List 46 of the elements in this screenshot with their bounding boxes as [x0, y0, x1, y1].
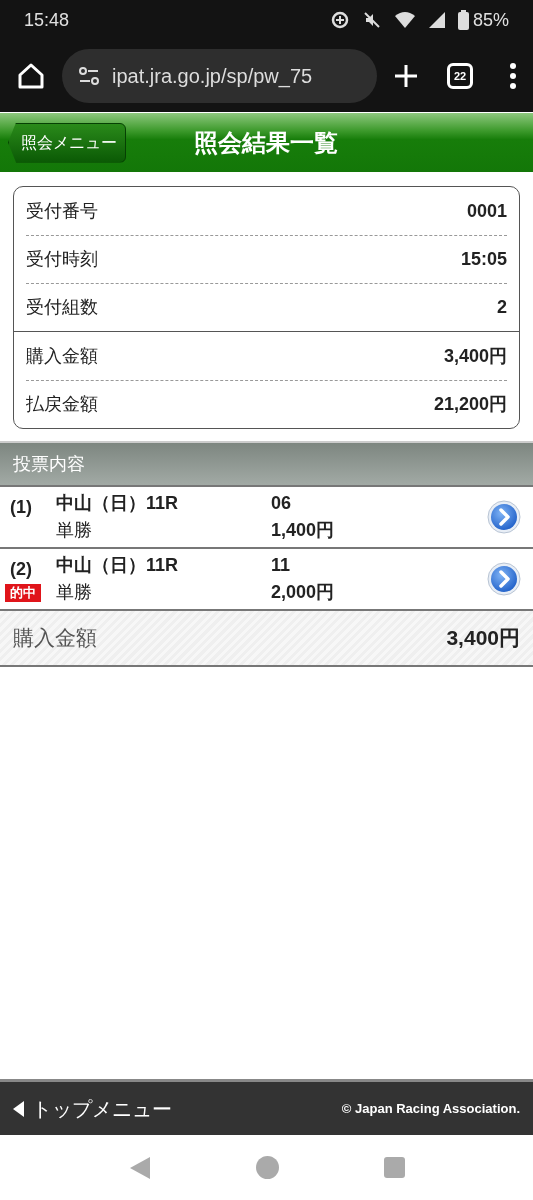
summary-value: 0001 [466, 199, 507, 223]
summary-value: 15:05 [460, 248, 507, 271]
page-title: 照会結果一覧 [194, 127, 338, 158]
data-saver-icon [329, 10, 350, 30]
total-label: 購入金額 [13, 625, 97, 652]
tab-count[interactable]: 22 [447, 63, 473, 89]
signal-icon [427, 11, 446, 29]
status-time: 15:48 [24, 8, 70, 32]
summary-value: 21,200円 [433, 393, 507, 416]
menu-icon[interactable] [509, 63, 517, 89]
chevron-icon[interactable] [487, 500, 521, 534]
hit-badge: 的中 [5, 584, 41, 602]
mute-icon [361, 10, 382, 30]
summary-label: 購入金額 [26, 344, 98, 368]
top-menu-link[interactable]: トップメニュー [13, 1093, 172, 1124]
home-icon[interactable] [16, 61, 46, 91]
bet-amount: 1,400円 [271, 519, 336, 542]
bet-type: 単勝 [56, 519, 93, 542]
summary-value: 2 [497, 296, 507, 319]
copyright: © Japan Racing Association. [341, 1099, 520, 1118]
bet-amount: 2,000円 [271, 581, 336, 604]
summary-label: 受付時刻 [26, 248, 98, 271]
section-title: 投票内容 [13, 452, 85, 476]
horse-number: 11 [271, 554, 292, 577]
chevron-icon[interactable] [487, 562, 521, 596]
back-button[interactable]: 照会メニュー [8, 122, 126, 163]
site-settings-icon[interactable] [78, 67, 100, 85]
bet-index: (2) [10, 558, 33, 581]
summary-label: 受付番号 [26, 199, 98, 223]
bet-type: 単勝 [56, 581, 93, 604]
summary-label: 払戻金額 [26, 393, 98, 416]
total-value: 3,400円 [446, 625, 520, 652]
bet-row[interactable]: (1) 中山（日）11R 単勝 06 1,400円 [0, 485, 533, 547]
summary-label: 受付組数 [26, 296, 98, 319]
url-field[interactable]: ipat.jra.go.jp/sp/pw_75 [62, 49, 377, 103]
wifi-icon [393, 11, 416, 29]
new-tab-icon[interactable] [393, 63, 419, 89]
left-triangle-icon [13, 1100, 24, 1117]
battery-icon [457, 10, 469, 30]
race-name: 中山（日）11R [56, 554, 180, 577]
bet-index: (1) [10, 496, 33, 519]
race-name: 中山（日）11R [56, 492, 180, 515]
summary-value: 3,400円 [443, 344, 507, 368]
horse-number: 06 [271, 492, 293, 515]
battery-level: 85% [472, 8, 509, 32]
url-text: ipat.jra.go.jp/sp/pw_75 [112, 64, 313, 90]
